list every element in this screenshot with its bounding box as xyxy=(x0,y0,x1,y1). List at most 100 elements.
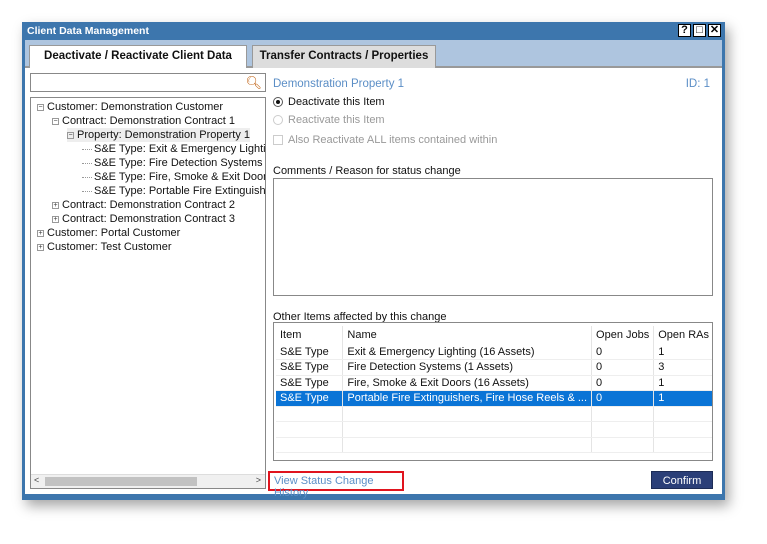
search-input[interactable]: 🔍︎ xyxy=(30,73,266,92)
search-icon[interactable]: 🔍︎ xyxy=(245,75,262,91)
table-row[interactable]: S&E Type Fire, Smoke & Exit Doors (16 Ass… xyxy=(276,375,712,391)
tree-connector xyxy=(82,176,92,178)
tab-content: 🔍︎ − Customer: Demonstration Customer − Con… xyxy=(25,68,722,499)
table-cell xyxy=(276,437,344,453)
table-cell: 1 xyxy=(653,375,712,391)
window-title: Client Data Management xyxy=(27,25,149,37)
table-cell xyxy=(653,406,712,422)
expand-icon[interactable]: + xyxy=(37,243,44,251)
title-bar: Client Data Management ? □ ✕ xyxy=(22,22,725,40)
table-cell: 3 xyxy=(653,359,712,376)
selected-item-id: ID: 1 xyxy=(685,78,710,90)
table-cell: 0 xyxy=(591,390,655,407)
table-cell: S&E Type xyxy=(276,375,344,391)
table-cell xyxy=(591,421,655,438)
column-header-open-ras[interactable]: Open RAs xyxy=(653,326,712,344)
comments-label: Comments / Reason for status change xyxy=(273,165,461,177)
table-cell: Fire Detection Systems (1 Assets) xyxy=(342,359,593,376)
collapse-icon[interactable]: − xyxy=(52,117,59,125)
table-cell xyxy=(342,437,593,453)
reactivate-all-checkbox[interactable]: Also Reactivate ALL items contained with… xyxy=(273,134,497,146)
column-header-item[interactable]: Item xyxy=(276,326,344,344)
empty-row xyxy=(276,421,712,438)
deactivate-radio[interactable]: Deactivate this Item xyxy=(273,96,385,108)
tree-connector xyxy=(82,162,92,164)
tree-node[interactable]: − Property: Demonstration Property 1 xyxy=(67,128,251,142)
table-cell: S&E Type xyxy=(276,390,344,407)
table-cell xyxy=(591,406,655,422)
tree-node-label: Contract: Demonstration Contract 3 xyxy=(62,213,236,225)
deactivate-label: Deactivate this Item xyxy=(288,96,385,108)
table-cell xyxy=(276,406,344,422)
tree-node-label: S&E Type: Portable Fire Extinguishers xyxy=(94,185,266,197)
tree-node[interactable]: − Customer: Demonstration Customer xyxy=(37,100,223,114)
radio-unchecked-icon[interactable] xyxy=(273,115,283,125)
column-header-name[interactable]: Name xyxy=(342,326,593,344)
scroll-right-icon[interactable]: > xyxy=(256,475,261,485)
tree-node[interactable]: S&E Type: Fire Detection Systems xyxy=(82,156,263,170)
expand-icon[interactable]: + xyxy=(52,215,59,223)
tree-node[interactable]: + Customer: Test Customer xyxy=(37,240,172,254)
table-cell xyxy=(342,406,593,422)
tab-deactivate-reactivate[interactable]: Deactivate / Reactivate Client Data xyxy=(29,45,247,70)
table-cell xyxy=(342,421,593,438)
collapse-icon[interactable]: − xyxy=(37,103,44,111)
reactivate-label: Reactivate this Item xyxy=(288,114,385,126)
empty-row xyxy=(276,437,712,453)
table-cell: Fire, Smoke & Exit Doors (16 Assets) xyxy=(342,375,593,391)
tree-node[interactable]: + Contract: Demonstration Contract 2 xyxy=(52,198,235,212)
tree-node[interactable]: + Customer: Portal Customer xyxy=(37,226,180,240)
table-cell: S&E Type xyxy=(276,344,344,360)
tree-node[interactable]: + Contract: Demonstration Contract 3 xyxy=(52,212,235,226)
table-row[interactable]: S&E Type Fire Detection Systems (1 Assets… xyxy=(276,359,712,376)
reactivate-radio[interactable]: Reactivate this Item xyxy=(273,114,385,126)
tree-node[interactable]: S&E Type: Fire, Smoke & Exit Doors xyxy=(82,170,265,184)
table-cell: 0 xyxy=(591,375,655,391)
table-cell: 0 xyxy=(591,344,655,360)
tab-strip: Deactivate / Reactivate Client Data Tran… xyxy=(25,40,722,70)
tree-node-label: S&E Type: Fire Detection Systems xyxy=(94,157,263,169)
tab-transfer-contracts[interactable]: Transfer Contracts / Properties xyxy=(252,45,436,68)
client-data-management-window: Client Data Management ? □ ✕ Deactivate … xyxy=(22,22,725,500)
tree-node-label: Property: Demonstration Property 1 xyxy=(77,129,251,141)
tree-node-label: Contract: Demonstration Contract 2 xyxy=(62,199,236,211)
affected-items-table: Item Name Open Jobs Open RAs S&E Type Exi… xyxy=(273,322,713,461)
table-row[interactable]: S&E Type Exit & Emergency Lighting (16 As… xyxy=(276,344,712,360)
table-cell xyxy=(591,437,655,453)
table-cell xyxy=(653,421,712,438)
comments-textarea[interactable] xyxy=(273,178,713,296)
empty-row xyxy=(276,406,712,422)
table-cell xyxy=(653,437,712,453)
horizontal-scrollbar[interactable]: < > xyxy=(31,474,265,488)
table-cell xyxy=(276,421,344,438)
tree-node-label: Contract: Demonstration Contract 1 xyxy=(62,115,236,127)
radio-checked-icon[interactable] xyxy=(273,97,283,107)
confirm-button[interactable]: Confirm xyxy=(651,471,713,489)
table-cell: 0 xyxy=(591,359,655,376)
expand-icon[interactable]: + xyxy=(37,229,44,237)
tree-connector xyxy=(82,190,92,192)
table-cell: Exit & Emergency Lighting (16 Assets) xyxy=(342,344,593,360)
collapse-icon[interactable]: − xyxy=(67,131,74,139)
close-icon[interactable]: ✕ xyxy=(708,24,721,37)
reactivate-all-label: Also Reactivate ALL items contained with… xyxy=(288,134,498,146)
client-tree[interactable]: − Customer: Demonstration Customer − Contra… xyxy=(30,97,266,489)
tree-connector xyxy=(82,148,92,150)
expand-icon[interactable]: + xyxy=(52,201,59,209)
help-icon[interactable]: ? xyxy=(678,24,691,37)
selected-item-title: Demonstration Property 1 xyxy=(273,78,405,90)
column-header-open-jobs[interactable]: Open Jobs xyxy=(591,326,655,344)
checkbox-icon[interactable] xyxy=(273,135,283,145)
table-row[interactable]: S&E Type Portable Fire Extinguishers, Fir… xyxy=(276,390,712,407)
tree-node[interactable]: S&E Type: Exit & Emergency Lighting xyxy=(82,142,266,156)
tree-node[interactable]: − Contract: Demonstration Contract 1 xyxy=(52,114,235,128)
scrollbar-thumb[interactable] xyxy=(45,477,197,486)
tree-node-label: Customer: Demonstration Customer xyxy=(47,101,224,113)
maximize-icon[interactable]: □ xyxy=(693,24,706,37)
table-cell: S&E Type xyxy=(276,359,344,376)
tree-node[interactable]: S&E Type: Portable Fire Extinguishers xyxy=(82,184,266,198)
tree-node-label: Customer: Portal Customer xyxy=(47,227,181,239)
scroll-left-icon[interactable]: < xyxy=(34,475,39,485)
view-status-change-history-link[interactable]: View Status Change History xyxy=(268,471,404,499)
tree-node-label: S&E Type: Exit & Emergency Lighting xyxy=(94,143,266,155)
